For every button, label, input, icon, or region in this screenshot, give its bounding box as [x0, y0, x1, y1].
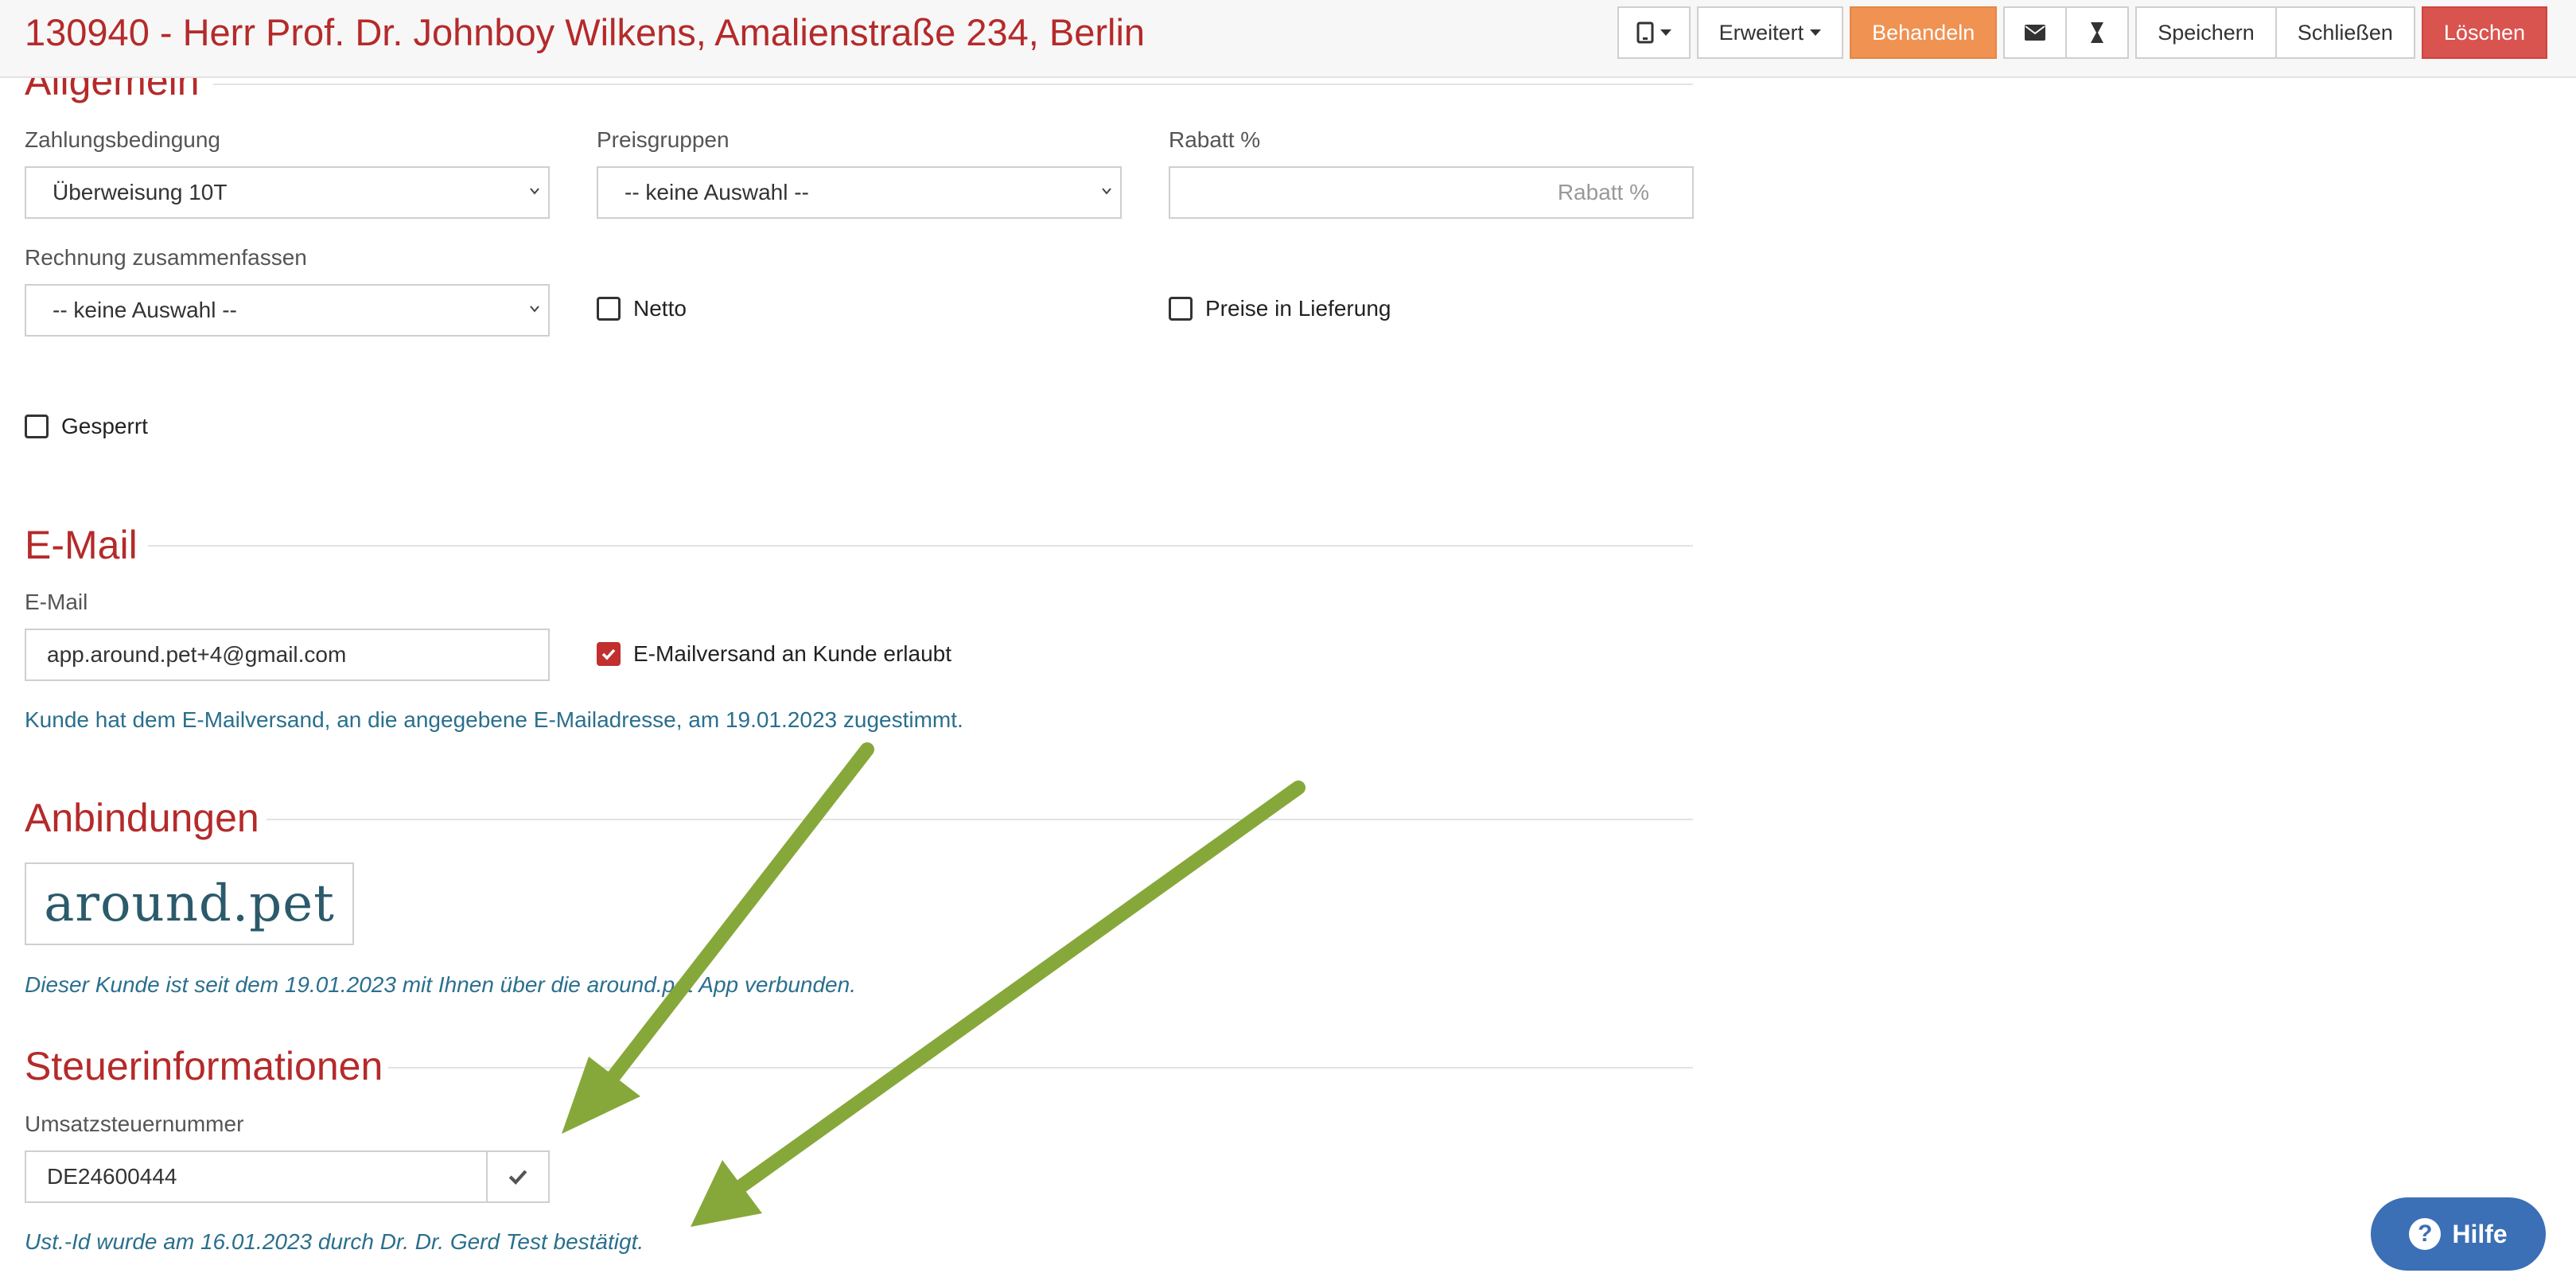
prices-in-delivery-label: Preise in Lieferung [1205, 296, 1391, 321]
combine-invoice-value: -- keine Auswahl -- [53, 298, 237, 322]
delete-button[interactable]: Löschen [2421, 6, 2547, 59]
form-content: Allgemein Zahlungsbedingung Überweisung … [0, 0, 2576, 1273]
extended-dropdown-button[interactable]: Erweitert [1696, 6, 1844, 59]
chevron-down-icon [1102, 188, 1111, 195]
vat-input[interactable]: DE24600444 [25, 1150, 488, 1203]
envelope-icon [2025, 25, 2046, 41]
checkmark-icon [508, 1170, 527, 1185]
price-groups-value: -- keine Auswahl -- [625, 180, 809, 204]
device-dropdown-button[interactable] [1617, 6, 1691, 59]
vat-label: Umsatzsteuernummer [25, 1111, 244, 1136]
hourglass-button[interactable] [2065, 6, 2130, 59]
caret-down-icon [1660, 29, 1671, 36]
section-title-tax: Steuerinformationen [25, 1044, 383, 1088]
caret-down-icon [1810, 29, 1822, 36]
help-button[interactable]: ? Hilfe [2371, 1197, 2546, 1271]
email-value: app.around.pet+4@gmail.com [47, 642, 347, 667]
payment-terms-label: Zahlungsbedingung [25, 127, 220, 152]
tablet-icon [1636, 21, 1654, 44]
annotation-arrow-line [607, 742, 874, 1083]
section-rule [388, 1067, 1693, 1069]
page-title: 130940 - Herr Prof. Dr. Johnboy Wilkens,… [25, 11, 1146, 53]
payment-terms-value: Überweisung 10T [53, 180, 228, 204]
section-rule [267, 819, 1693, 820]
checkbox-checked-box [597, 642, 621, 666]
chevron-down-icon [530, 306, 539, 313]
vat-verify-button[interactable] [486, 1150, 550, 1203]
question-icon: ? [2409, 1218, 2442, 1250]
vat-confirmation-text: Ust.-Id wurde am 16.01.2023 durch Dr. Dr… [25, 1229, 644, 1254]
email-allowed-label: E-Mailversand an Kunde erlaubt [633, 641, 952, 666]
checkbox-box [1169, 297, 1193, 321]
section-title-connections: Anbindungen [25, 796, 259, 840]
section-title-email: E-Mail [25, 523, 138, 567]
toolbar: Erweitert Behandeln Speichern Schließen … [1617, 6, 2547, 59]
combine-invoice-label: Rechnung zusammenfassen [25, 245, 307, 270]
around-pet-logo: around.pet [25, 862, 354, 945]
netto-label: Netto [633, 296, 687, 321]
hourglass-icon [2091, 22, 2104, 43]
netto-checkbox[interactable]: Netto [597, 296, 687, 321]
treat-button[interactable]: Behandeln [1850, 6, 1998, 59]
section-rule [148, 545, 1693, 547]
help-label: Hilfe [2452, 1219, 2508, 1248]
vat-value: DE24600444 [47, 1164, 177, 1189]
annotation-arrowhead [691, 1160, 762, 1227]
email-button[interactable] [2003, 6, 2068, 59]
email-allowed-checkbox[interactable]: E-Mailversand an Kunde erlaubt [597, 641, 951, 667]
price-groups-label: Preisgruppen [597, 127, 730, 152]
discount-input[interactable]: Rabatt % [1169, 166, 1694, 219]
chevron-down-icon [530, 188, 539, 195]
price-groups-select[interactable]: -- keine Auswahl -- [597, 166, 1122, 219]
discount-placeholder: Rabatt % [1557, 180, 1649, 204]
section-rule [213, 84, 1693, 85]
blocked-label: Gesperrt [61, 414, 148, 438]
email-input[interactable]: app.around.pet+4@gmail.com [25, 629, 550, 681]
combine-invoice-select[interactable]: -- keine Auswahl -- [25, 284, 550, 337]
payment-terms-select[interactable]: Überweisung 10T [25, 166, 550, 219]
discount-label: Rabatt % [1169, 127, 1261, 152]
email-label: E-Mail [25, 590, 88, 614]
checkmark-icon [601, 648, 616, 660]
save-button[interactable]: Speichern [2135, 6, 2277, 59]
checkbox-box [25, 415, 49, 438]
connection-info-text: Dieser Kunde ist seit dem 19.01.2023 mit… [25, 972, 856, 997]
checkbox-box [597, 297, 621, 321]
email-consent-text: Kunde hat dem E-Mailversand, an die ange… [25, 707, 963, 732]
blocked-checkbox[interactable]: Gesperrt [25, 414, 148, 439]
close-button[interactable]: Schließen [2274, 6, 2415, 59]
header-bar: 130940 - Herr Prof. Dr. Johnboy Wilkens,… [0, 0, 2576, 78]
prices-in-delivery-checkbox[interactable]: Preise in Lieferung [1169, 296, 1391, 321]
